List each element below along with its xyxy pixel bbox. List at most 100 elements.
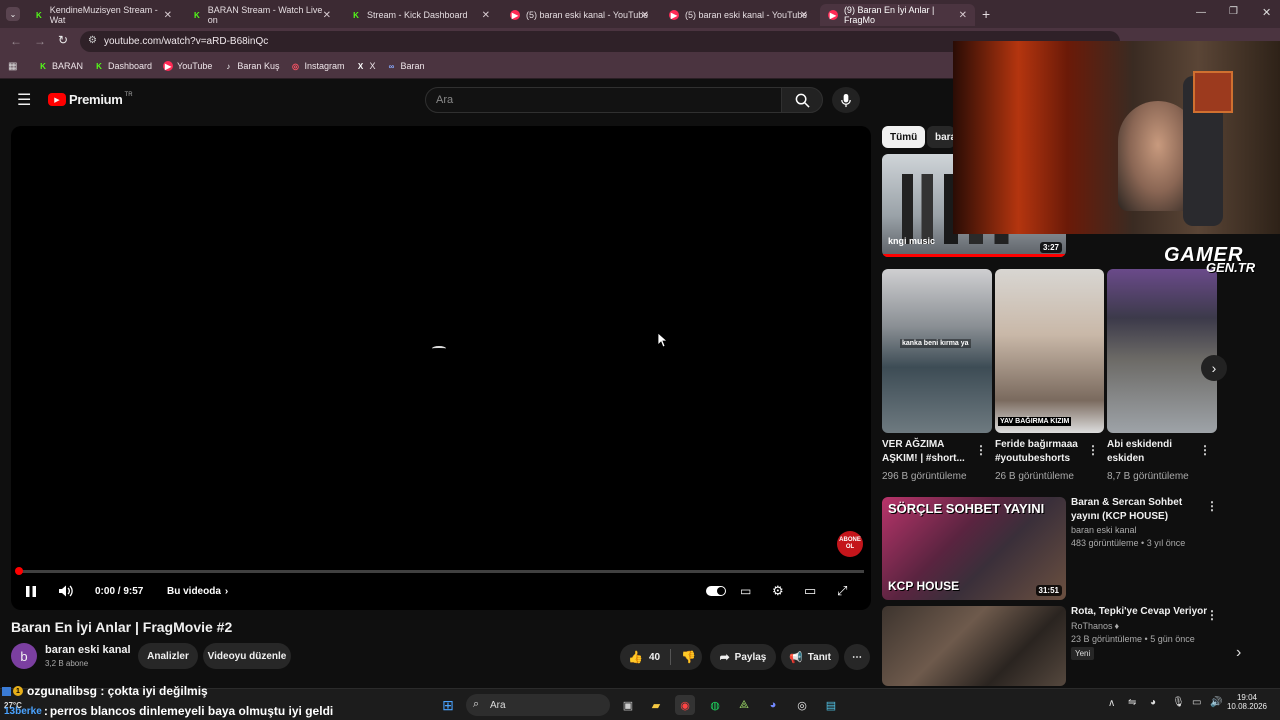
short-thumbnail-0[interactable]: kanka beni kırma ya <box>882 269 992 433</box>
back-icon[interactable]: ← <box>10 34 22 48</box>
tab-2[interactable]: K Stream - Kick Dashboard ✕ <box>343 4 498 26</box>
task-view-icon[interactable]: ▣ <box>618 695 638 715</box>
short-title[interactable]: VER AĞZIMA AŞKIM! | #short... <box>882 438 970 466</box>
chevron-right-icon[interactable]: › <box>1236 644 1241 662</box>
short-title[interactable]: Feride bağırmaaa #youtubeshorts <box>995 438 1083 466</box>
search-button[interactable] <box>781 87 823 113</box>
video-thumbnail[interactable] <box>882 606 1066 686</box>
pause-button[interactable] <box>25 583 37 599</box>
promote-button[interactable]: 📢 Tanıt <box>781 644 839 670</box>
reload-icon[interactable]: ↻ <box>58 33 68 47</box>
video-channel[interactable]: RoThanos ♦ <box>1071 620 1119 633</box>
spotify-icon[interactable]: ◍ <box>705 695 725 715</box>
brand-logo-line2: GEN.TR <box>1206 260 1256 275</box>
tray-icon[interactable]: ⇋ <box>1128 697 1136 708</box>
bookmark-x[interactable]: XX <box>355 61 376 71</box>
video-channel[interactable]: baran eski kanal <box>1071 524 1137 537</box>
file-explorer-icon[interactable]: ▰ <box>646 695 666 715</box>
window-close-icon[interactable]: ✕ <box>1262 6 1271 19</box>
theater-mode-icon[interactable]: ▭ <box>804 583 816 599</box>
taskbar-search[interactable]: ⌕ Ara <box>466 694 610 716</box>
progress-scrubber[interactable] <box>15 567 23 575</box>
close-icon[interactable]: ✕ <box>323 10 331 21</box>
volume-button[interactable] <box>58 583 74 599</box>
megaphone-icon: 📢 <box>789 651 803 664</box>
edit-video-button[interactable]: Videoyu düzenle <box>203 643 291 669</box>
more-vert-icon[interactable]: ⋮ <box>1206 499 1218 513</box>
obs-icon[interactable]: ◎ <box>792 695 812 715</box>
search-input[interactable]: Ara <box>425 87 782 113</box>
tab-5-active[interactable]: ▶ (9) Baran En İyi Anlar | FragMo ✕ <box>820 4 975 26</box>
share-button[interactable]: ➦ Paylaş <box>710 644 776 670</box>
network-icon[interactable]: ▭ <box>1192 697 1201 708</box>
fullscreen-icon[interactable]: ⤢ <box>837 583 847 599</box>
microphone-tray-icon[interactable]: 🎙 <box>1172 697 1185 708</box>
close-icon[interactable]: ✕ <box>800 10 808 21</box>
video-title-link[interactable]: Rota, Tepki'ye Cevap Veriyor <box>1071 605 1211 619</box>
tab-0[interactable]: K KendineMuzisyen Stream - Wat ✕ <box>26 4 180 26</box>
like-button[interactable]: 👍 40 <box>628 650 660 664</box>
menu-icon[interactable]: ☰ <box>17 90 31 110</box>
bookmark-baran[interactable]: K BARAN <box>38 61 83 71</box>
bookmark-dashboard[interactable]: K Dashboard <box>94 61 152 71</box>
close-icon[interactable]: ✕ <box>482 10 490 21</box>
chrome-icon[interactable]: ◉ <box>675 695 695 715</box>
minimize-icon[interactable]: — <box>1196 7 1206 18</box>
close-icon[interactable]: ✕ <box>164 10 172 21</box>
thumbs-down-icon[interactable]: 👎 <box>681 650 696 664</box>
clock[interactable]: 19:04 10.08.2026 <box>1226 693 1268 711</box>
subtitles-icon[interactable]: ▭ <box>740 583 751 599</box>
speaker-icon[interactable]: 🔊 <box>1210 697 1222 708</box>
maximize-icon[interactable]: ❐ <box>1229 6 1238 17</box>
apps-grid-icon[interactable]: ▦ <box>8 61 17 72</box>
new-tab-icon[interactable]: + <box>982 6 990 22</box>
tray-overflow-icon[interactable]: ∧ <box>1108 698 1115 709</box>
discord-tray-icon[interactable]: ◕ <box>1150 697 1156 708</box>
short-title[interactable]: Abi eskidendi eskiden <box>1107 438 1195 466</box>
settings-icon[interactable]: ⚙ <box>772 583 784 599</box>
tab-1[interactable]: K BARAN Stream - Watch Live on ✕ <box>184 4 339 26</box>
more-vert-icon[interactable]: ⋮ <box>975 443 987 457</box>
tab-4[interactable]: ▶ (5) baran eski kanal - YouTube ✕ <box>661 4 816 26</box>
video-thumbnail[interactable]: SÖRÇLE SOHBET YAYINI KCP HOUSE 31:51 <box>882 497 1066 600</box>
webcam-overlay <box>953 41 1280 234</box>
bookmark-baran-2[interactable]: ∞ Baran <box>387 61 425 71</box>
forward-icon[interactable]: → <box>34 34 46 48</box>
short-thumbnail-1[interactable]: YAV BAĞIRMA KIZIM <box>995 269 1104 433</box>
chip-all[interactable]: Tümü <box>882 126 926 148</box>
chip-baran[interactable]: bara <box>927 126 955 148</box>
analytics-button[interactable]: Analizler <box>138 643 198 669</box>
tab-3[interactable]: ▶ (5) baran eski kanal - YouTube ✕ <box>502 4 657 26</box>
app-icon[interactable]: ⟁ <box>734 695 754 715</box>
site-info-icon[interactable]: ⚙ <box>88 35 97 46</box>
more-vert-icon[interactable]: ⋮ <box>1087 443 1099 457</box>
shorts-next-button[interactable]: › <box>1201 355 1227 381</box>
voice-search-button[interactable] <box>832 87 860 113</box>
discord-icon[interactable]: ◕ <box>763 695 783 715</box>
bookmark-instagram[interactable]: ◎ Instagram <box>290 61 345 71</box>
channel-avatar[interactable]: b <box>11 643 37 669</box>
kick-icon: K <box>40 61 46 71</box>
video-title-link[interactable]: Baran & Sercan Sohbet yayını (KCP HOUSE) <box>1071 496 1201 524</box>
more-vert-icon[interactable]: ⋮ <box>1206 608 1218 622</box>
close-icon[interactable]: ✕ <box>959 10 967 21</box>
chapter-button[interactable]: Bu videoda › <box>167 583 228 599</box>
video-player[interactable]: ABONE OL 0:00 / 9:57 Bu videoda › ▭ ⚙ ▭ ⤢ <box>11 126 871 610</box>
channel-name[interactable]: baran eski kanal <box>45 644 131 656</box>
more-actions-button[interactable]: ⋯ <box>844 644 870 670</box>
subscribe-watermark[interactable]: ABONE OL <box>837 531 863 557</box>
close-icon[interactable]: ✕ <box>641 10 649 21</box>
microphone-icon <box>841 93 851 107</box>
short-thumbnail-2[interactable] <box>1107 269 1217 433</box>
windows-start-icon[interactable]: ⊞ <box>438 695 458 715</box>
notepad-icon[interactable]: ▤ <box>821 695 841 715</box>
verified-icon: ♦ <box>1114 621 1120 631</box>
progress-bar[interactable] <box>15 567 864 575</box>
bookmark-youtube[interactable]: ▶ YouTube <box>163 61 212 71</box>
tab-search-icon[interactable]: ⌄ <box>6 7 20 21</box>
bookmark-baran-kus[interactable]: ♪ Baran Kuş <box>223 61 279 71</box>
youtube-logo[interactable]: ▶ Premium TR <box>48 92 133 107</box>
duration-badge: 3:27 <box>1039 242 1062 253</box>
more-vert-icon[interactable]: ⋮ <box>1199 443 1211 457</box>
autoplay-toggle[interactable] <box>706 583 726 599</box>
